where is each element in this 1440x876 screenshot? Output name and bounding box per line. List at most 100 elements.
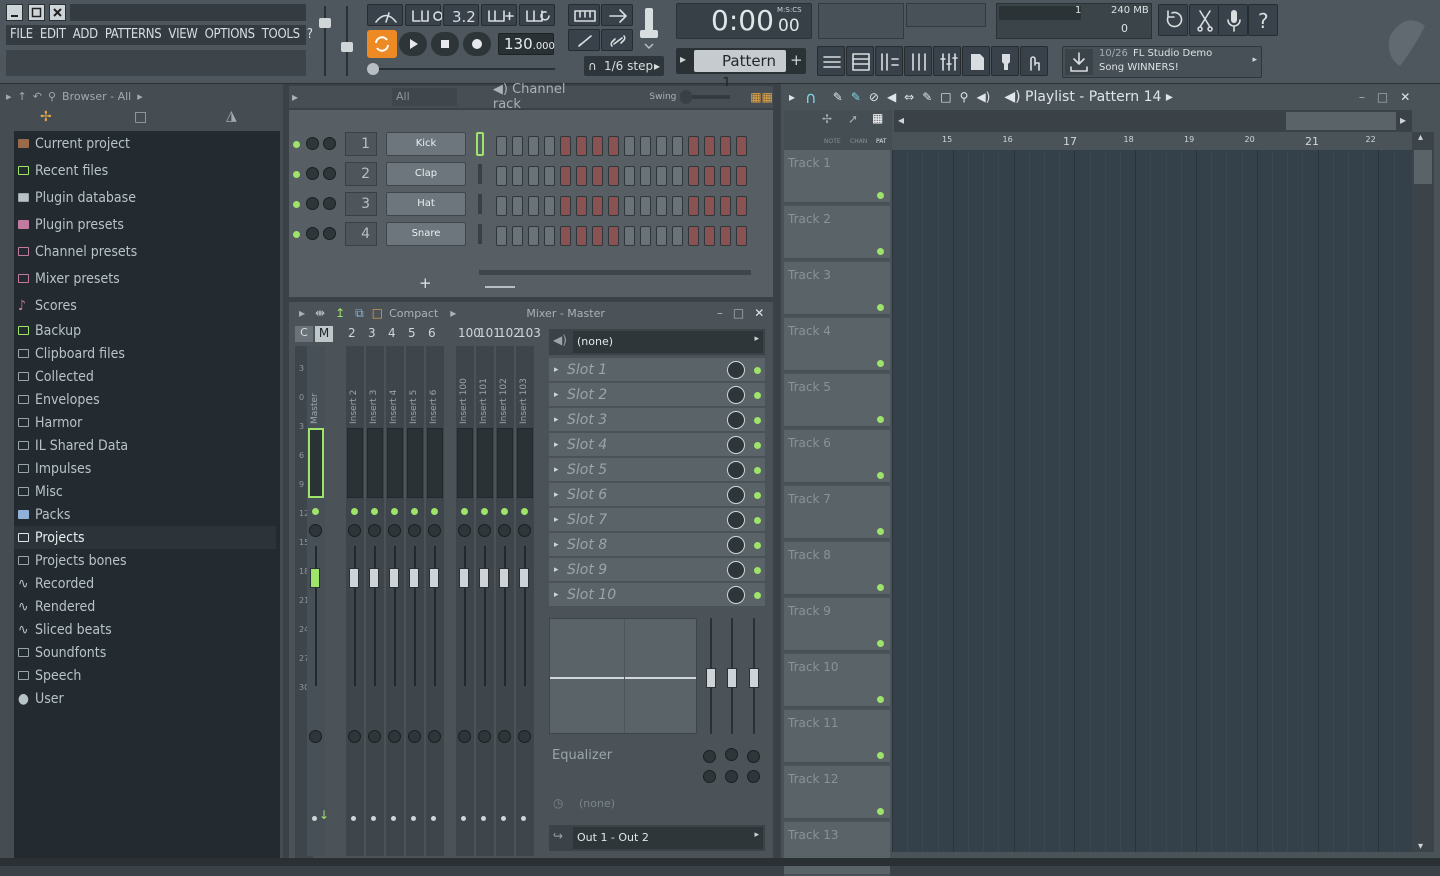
chevron-right-icon[interactable]: ▸ (1400, 113, 1406, 127)
step-button[interactable] (720, 196, 731, 216)
file-icon[interactable]: □ (134, 109, 147, 125)
arrow-up-icon[interactable]: ↥ (335, 306, 345, 320)
pattern-song-toggle[interactable] (367, 30, 397, 58)
speaker-icon[interactable]: ◮ (226, 108, 237, 124)
effect-slot[interactable]: ▸ Slot 4 (549, 433, 765, 457)
step-button[interactable] (560, 226, 571, 246)
volume-fader[interactable] (459, 568, 469, 588)
mute-led[interactable] (501, 508, 508, 515)
multilink-button[interactable] (601, 29, 633, 51)
step-edit-button[interactable] (601, 4, 633, 26)
pan-knob[interactable] (478, 524, 491, 537)
step-button[interactable] (496, 196, 507, 216)
route-dot[interactable] (481, 816, 486, 821)
list-item-selected[interactable]: Projects (14, 526, 276, 549)
list-item[interactable]: Projects bones (18, 549, 127, 572)
track-mute-led[interactable] (877, 192, 884, 199)
list-item[interactable]: IL Shared Data (18, 434, 128, 457)
paint-icon[interactable]: ✎ (851, 90, 861, 104)
step-button[interactable] (496, 166, 507, 186)
track-mute-led[interactable] (877, 248, 884, 255)
track-header[interactable]: Track 11 (784, 710, 890, 764)
chevron-right-icon[interactable]: ▸ (789, 90, 795, 104)
stereo-knob[interactable] (368, 730, 381, 743)
slot-mix-knob[interactable] (727, 536, 745, 554)
blend-notes-button[interactable] (481, 4, 517, 26)
mixer-strip[interactable]: Insert 103 (516, 346, 534, 856)
step-button[interactable] (528, 196, 539, 216)
magnet-icon[interactable]: ∩ (805, 88, 817, 107)
eq-high-width-knob[interactable] (747, 770, 760, 783)
vertical-scrollbar[interactable]: ▴ ▾ (1412, 132, 1434, 852)
step-button[interactable] (688, 166, 699, 186)
volume-fader[interactable] (479, 568, 489, 588)
step-button[interactable] (704, 136, 715, 156)
step-button[interactable] (688, 196, 699, 216)
list-item[interactable]: Speech (18, 664, 81, 687)
step-button[interactable] (656, 196, 667, 216)
pan-knob[interactable] (458, 524, 471, 537)
step-button[interactable] (736, 226, 747, 246)
touch-controller-button[interactable] (1020, 46, 1048, 76)
eq-high-knob[interactable] (747, 750, 760, 763)
chevron-right-icon[interactable]: ▸ (137, 90, 143, 103)
menu-view[interactable]: VIEW (168, 27, 198, 43)
stereo-knob[interactable] (408, 730, 421, 743)
chevron-up-icon[interactable]: ▴ (1418, 132, 1423, 143)
slot-mix-knob[interactable] (727, 561, 745, 579)
mixer-strip[interactable]: Insert 102 (496, 346, 514, 856)
tempo-icon[interactable]: ✢ (822, 112, 832, 126)
slot-enable-led[interactable] (754, 492, 761, 499)
grid-icon[interactable]: ▦▦ (750, 90, 773, 104)
effect-slot[interactable]: ▸ Slot 3 (549, 408, 765, 432)
step-button[interactable] (528, 136, 539, 156)
back-icon[interactable]: ↶ (33, 90, 42, 103)
step-button[interactable] (640, 166, 651, 186)
playlist-grid[interactable] (892, 150, 1412, 852)
slot-enable-led[interactable] (754, 392, 761, 399)
list-item[interactable]: Backup (18, 319, 81, 342)
scroll-thumb[interactable] (1286, 112, 1396, 130)
tempo-display[interactable]: 130.000 (498, 33, 555, 55)
volume-fader[interactable] (519, 568, 529, 588)
slot-mix-knob[interactable] (727, 436, 745, 454)
slot-enable-led[interactable] (754, 467, 761, 474)
close-icon[interactable]: ✕ (754, 306, 764, 320)
sequencer-knob-icon[interactable] (636, 4, 662, 52)
stereo-knob[interactable] (348, 730, 361, 743)
step-button[interactable] (704, 196, 715, 216)
step-button[interactable] (656, 166, 667, 186)
menu-file[interactable]: FILE (10, 27, 33, 43)
step-button[interactable] (608, 166, 619, 186)
route-dot[interactable] (391, 816, 396, 821)
plugin-picker-button[interactable] (991, 46, 1019, 76)
pattern-selector[interactable]: ▸ Pattern 1 + (676, 48, 806, 92)
maximize-icon[interactable]: □ (1377, 90, 1388, 104)
chevron-right-icon[interactable]: ▸ (6, 90, 12, 103)
eq-low-fader[interactable] (706, 668, 716, 688)
effect-slot[interactable]: ▸ Slot 2 (549, 383, 765, 407)
step-button[interactable] (688, 226, 699, 246)
browser-options-icon[interactable]: ✢ (40, 109, 52, 125)
track-mute-led[interactable] (877, 640, 884, 647)
step-button[interactable] (720, 226, 731, 246)
timeline-ruler[interactable]: 15 16 17 18 19 20 21 22 (892, 132, 1412, 150)
effect-slot[interactable]: ▸ Slot 9 (549, 558, 765, 582)
track-mute-led[interactable] (877, 528, 884, 535)
step-button[interactable] (624, 226, 635, 246)
step-button[interactable] (640, 196, 651, 216)
slot-mix-knob[interactable] (727, 386, 745, 404)
effect-slot[interactable]: ▸ Slot 1 (549, 358, 765, 382)
step-button[interactable] (592, 136, 603, 156)
layout-icon[interactable]: □ (372, 306, 383, 320)
playlist-window-button[interactable] (817, 46, 845, 76)
list-item[interactable]: Collected (18, 365, 94, 388)
step-button[interactable] (640, 136, 651, 156)
list-item[interactable]: ● User (18, 687, 64, 710)
link-icon[interactable]: ⧉ (355, 306, 364, 321)
mute-led[interactable] (371, 508, 378, 515)
step-button[interactable] (512, 166, 523, 186)
list-item[interactable]: Misc (18, 480, 63, 503)
note-edit-button[interactable] (568, 29, 600, 51)
volume-fader[interactable] (310, 568, 320, 588)
